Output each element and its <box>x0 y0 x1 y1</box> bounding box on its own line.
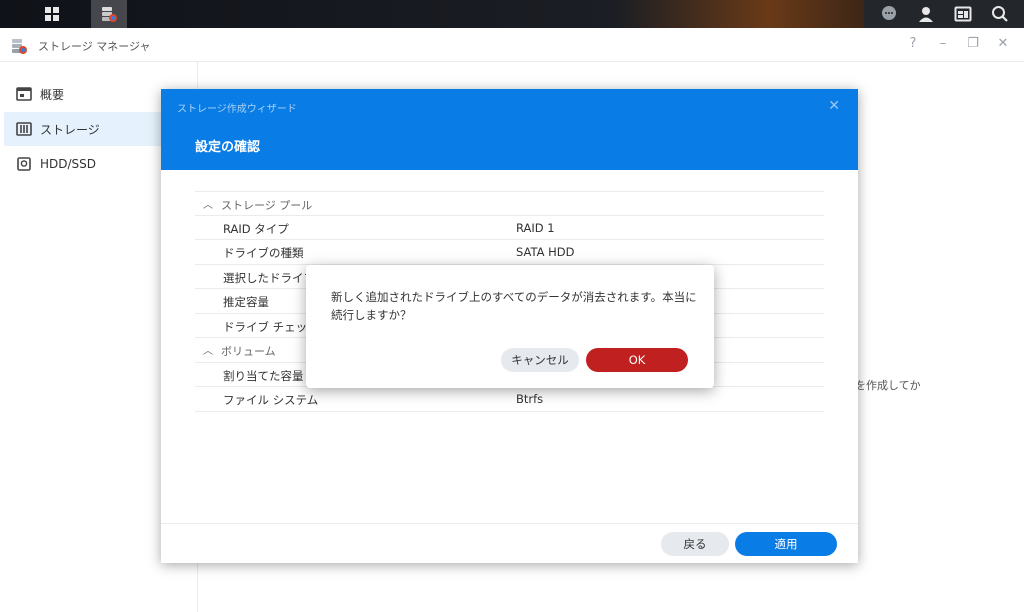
restore-button[interactable]: ❐ <box>966 36 980 51</box>
wizard-footer: 戻る 適用 <box>161 523 858 563</box>
wizard-header: ストレージ作成ウィザード ✕ 設定の確認 <box>161 89 858 170</box>
chat-icon[interactable] <box>878 3 900 25</box>
taskbar-tray <box>864 0 1024 28</box>
chevron-up-icon: ︿ <box>203 200 213 211</box>
widgets-icon[interactable] <box>952 3 974 25</box>
chevron-up-icon: ︿ <box>203 346 213 357</box>
table-row: RAID タイプ RAID 1 <box>195 216 824 240</box>
main-menu-button[interactable] <box>34 0 70 28</box>
storage-manager-icon <box>102 7 117 22</box>
disk-icon <box>16 157 32 171</box>
app-title: ストレージ マネージャ <box>38 40 151 53</box>
wizard-step-title: 設定の確認 <box>195 140 261 155</box>
wizard-close-button[interactable]: ✕ <box>828 98 840 114</box>
back-button[interactable]: 戻る <box>661 532 729 556</box>
sidebar-item-label: 概要 <box>40 87 65 102</box>
user-icon[interactable] <box>915 3 937 25</box>
minimize-button[interactable]: – <box>936 36 950 51</box>
confirm-dialog: 新しく追加されたドライブ上のすべてのデータが消去されます。本当に続行しますか？ … <box>306 265 714 388</box>
sidebar-item-label: ストレージ <box>40 122 100 137</box>
help-button[interactable]: ? <box>906 36 920 51</box>
confirm-message: 新しく追加されたドライブ上のすべてのデータが消去されます。本当に続行しますか？ <box>331 290 697 322</box>
window-controls: ? – ❐ ✕ <box>906 36 1010 51</box>
sidebar-item-label: HDD/SSD <box>40 157 97 171</box>
taskbar <box>0 0 1024 28</box>
background-text: を作成してか <box>855 379 921 392</box>
window-titlebar: ストレージ マネージャ ? – ❐ ✕ <box>0 28 1024 62</box>
table-row: ファイル システム Btrfs <box>195 387 824 412</box>
grid-icon <box>45 7 59 21</box>
storage-manager-app-icon <box>12 39 27 54</box>
taskbar-storage-manager[interactable] <box>91 0 127 28</box>
table-row: ドライブの種類 SATA HDD <box>195 240 824 265</box>
wizard-window-title: ストレージ作成ウィザード <box>177 104 297 115</box>
search-icon[interactable] <box>989 3 1011 25</box>
overview-icon <box>16 87 32 101</box>
cancel-button[interactable]: キャンセル <box>501 348 579 372</box>
section-storage-pool[interactable]: ︿ ストレージ プール <box>195 191 824 216</box>
ok-button[interactable]: OK <box>586 348 688 372</box>
storage-icon <box>16 122 32 136</box>
apply-button[interactable]: 適用 <box>735 532 837 556</box>
close-button[interactable]: ✕ <box>996 36 1010 51</box>
